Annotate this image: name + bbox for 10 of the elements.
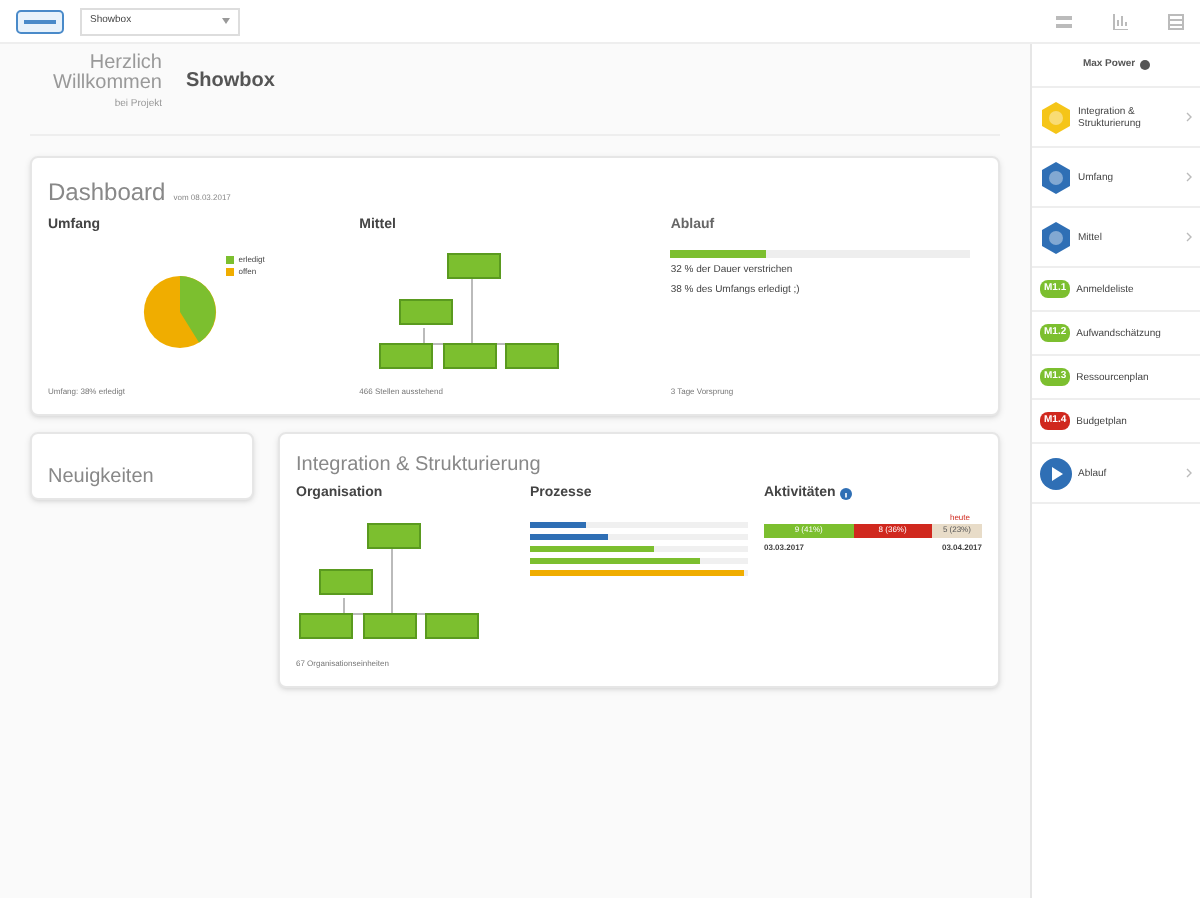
caret-icon <box>222 18 230 24</box>
section-title: Dashboard <box>48 176 166 210</box>
pie-chart-drawing <box>142 273 219 350</box>
section-title: Integration & Strukturierung <box>296 452 543 480</box>
logo-icon <box>16 9 64 33</box>
section-title: Neuigkeiten <box>48 466 154 488</box>
project-title: Showbox <box>186 68 275 96</box>
chart-icon[interactable] <box>1112 13 1128 29</box>
calendar-icon[interactable] <box>1168 13 1184 29</box>
greeting: Herzlich Willkommen <box>51 54 162 94</box>
